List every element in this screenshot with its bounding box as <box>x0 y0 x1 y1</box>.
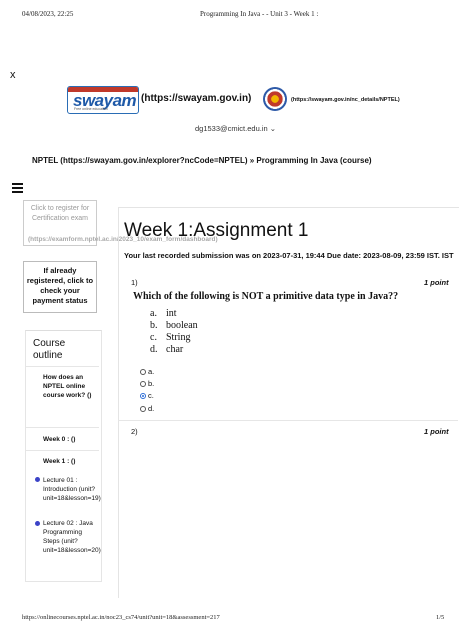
choice-d[interactable]: d. <box>140 404 154 413</box>
close-icon[interactable]: x <box>10 69 16 81</box>
option-d: d. char <box>150 344 184 355</box>
radio-button[interactable] <box>140 405 146 412</box>
lecture-item-01[interactable]: Lecture 01 : Introduction (unit?unit=18&… <box>43 476 101 503</box>
swayam-logo[interactable]: swayam Free online education <box>67 86 139 114</box>
menu-icon[interactable] <box>12 183 23 195</box>
outline-item-week1[interactable]: Week 1 : () <box>43 457 97 466</box>
choice-a[interactable]: a. <box>140 367 154 376</box>
outline-divider <box>26 366 99 367</box>
swayam-link[interactable]: (https://swayam.gov.in) <box>141 93 251 104</box>
option-c: c. String <box>150 332 191 343</box>
choice-b[interactable]: b. <box>140 379 154 388</box>
assignment-card <box>118 207 459 598</box>
course-outline-title: Course outline <box>33 338 66 361</box>
question-points: 1 point <box>424 278 449 287</box>
lecture-dot-icon <box>35 477 40 482</box>
swayam-logo-tagline: Free online education <box>74 107 108 111</box>
question-points: 1 point <box>424 427 449 436</box>
print-title: Programming In Java - - Unit 3 - Week 1 … <box>200 10 319 18</box>
choice-c[interactable]: c. <box>140 391 154 400</box>
radio-button[interactable] <box>140 368 146 375</box>
outline-divider <box>26 427 99 428</box>
payment-status-button[interactable]: If already registered, click to check yo… <box>23 261 97 313</box>
question-number: 2) <box>131 427 138 436</box>
lecture-item-02[interactable]: Lecture 02 : Java Programming Steps (uni… <box>43 519 101 555</box>
print-datetime: 04/08/2023, 22:25 <box>22 10 74 18</box>
nptel-link[interactable]: (https://swayam.gov.in/nc_details/NPTEL) <box>291 97 400 103</box>
lecture-dot-icon <box>35 521 40 526</box>
outline-item-week0[interactable]: Week 0 : () <box>43 435 97 444</box>
question-number: 1) <box>131 278 138 287</box>
question-divider <box>118 420 458 421</box>
nptel-logo-icon[interactable] <box>263 87 287 111</box>
outline-item-how-it-works[interactable]: How does an NPTEL online course work? () <box>43 373 97 400</box>
print-footer-url: https://onlinecourses.nptel.ac.in/noc23_… <box>22 614 220 621</box>
question-text: Which of the following is NOT a primitiv… <box>133 291 399 302</box>
radio-button-selected[interactable] <box>140 392 146 399</box>
radio-button[interactable] <box>140 380 146 387</box>
page-title: Week 1:Assignment 1 <box>124 220 309 241</box>
print-page-number: 1/5 <box>436 614 445 621</box>
submission-info: Your last recorded submission was on 202… <box>124 251 454 260</box>
outline-divider <box>26 450 99 451</box>
user-menu[interactable]: dg1533@cmict.edu.in ⌄ <box>195 124 276 133</box>
option-a: a. int <box>150 308 177 319</box>
option-b: b. boolean <box>150 320 198 331</box>
breadcrumb[interactable]: NPTEL (https://swayam.gov.in/explorer?nc… <box>32 156 372 165</box>
